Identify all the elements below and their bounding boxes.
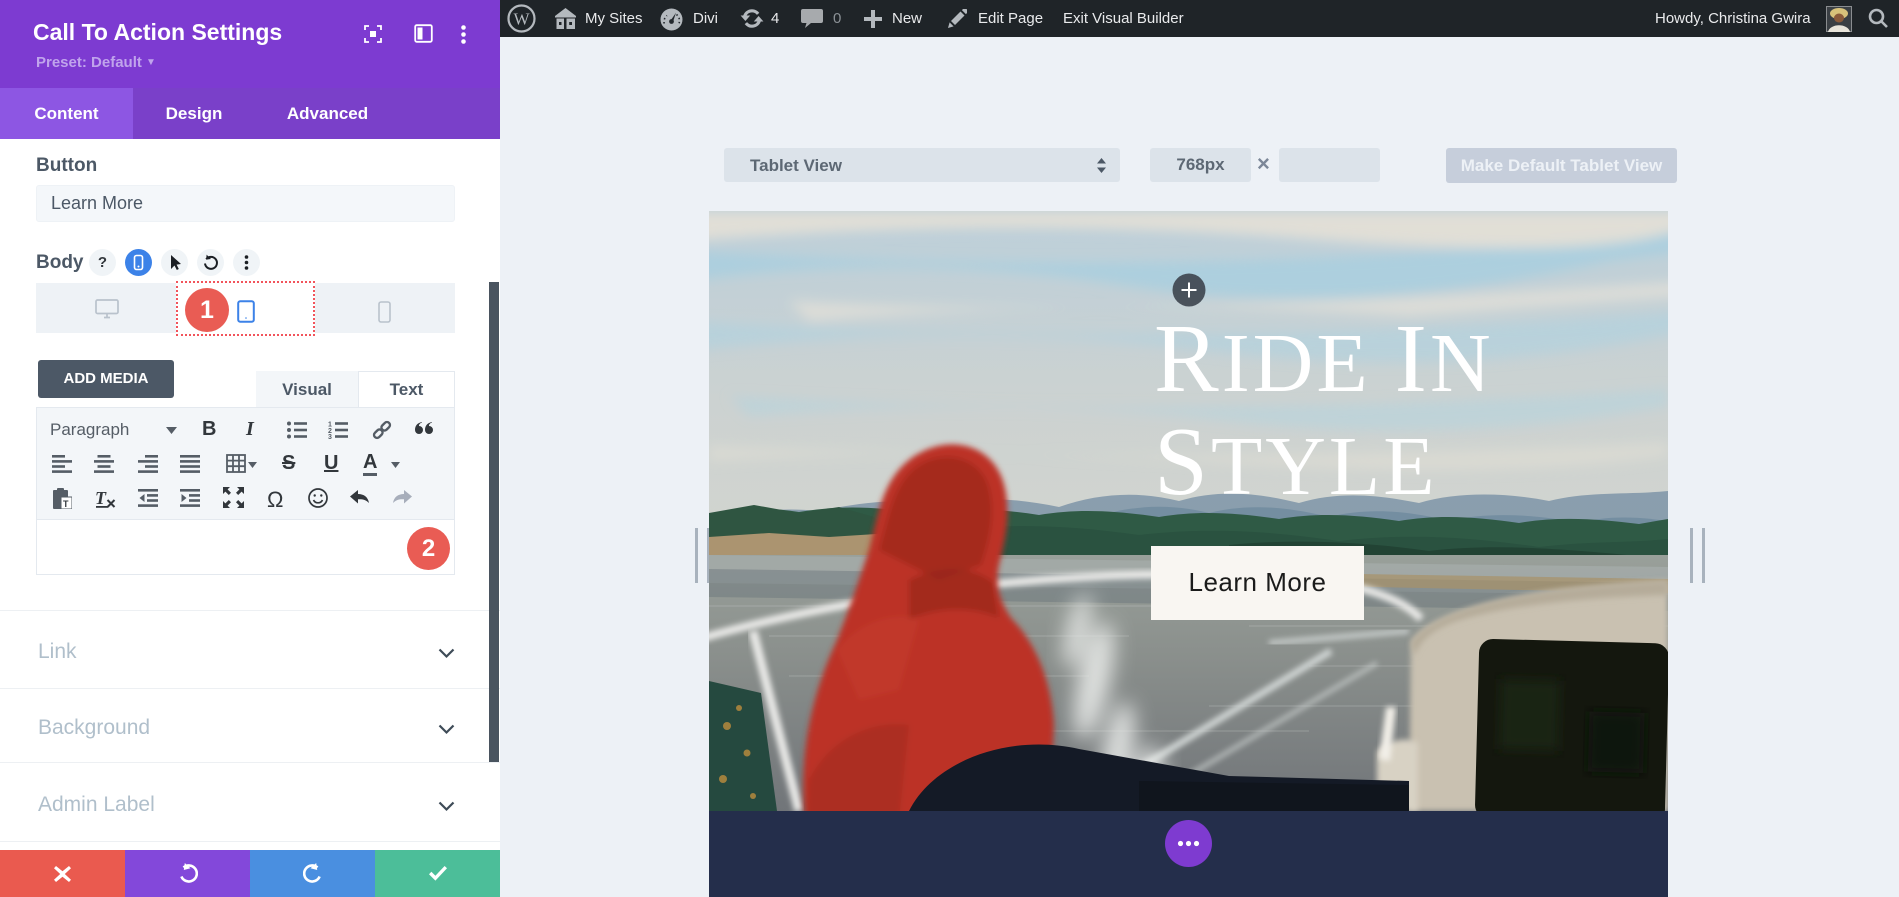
svg-text:W: W <box>513 10 530 29</box>
svg-text:3: 3 <box>328 434 332 439</box>
svg-text:T: T <box>95 489 107 508</box>
svg-text:T: T <box>63 499 69 509</box>
